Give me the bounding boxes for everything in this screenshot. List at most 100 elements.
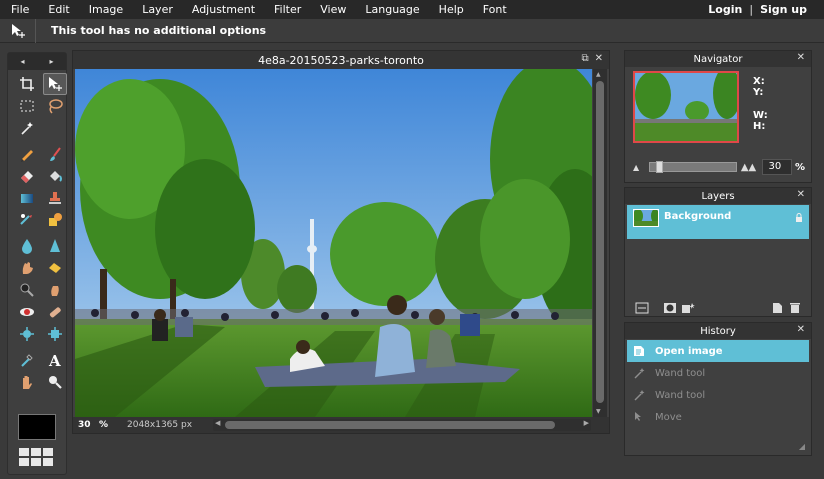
layer-row-background[interactable]: Background	[627, 205, 809, 239]
menu-adjustment[interactable]: Adjustment	[182, 3, 264, 16]
drawing-tool-icon[interactable]	[43, 209, 67, 231]
zoom-out-mountain-icon[interactable]: ▲	[633, 163, 645, 172]
canvas-image[interactable]	[75, 69, 592, 417]
type-tool-icon[interactable]: A	[43, 349, 67, 371]
history-item-label: Move	[655, 411, 682, 423]
spot-heal-tool-icon[interactable]	[43, 301, 67, 323]
zoom-slider[interactable]	[648, 161, 737, 173]
navigator-thumbnail[interactable]	[633, 71, 739, 143]
history-item-move[interactable]: Move	[627, 406, 809, 428]
history-title: History	[700, 325, 736, 337]
scroll-down-icon[interactable]: ▼	[596, 408, 601, 415]
crop-tool-icon[interactable]	[15, 73, 39, 95]
color-picker-tool-icon[interactable]	[15, 349, 39, 371]
color-replace-tool-icon[interactable]	[15, 209, 39, 231]
menu-font[interactable]: Font	[473, 3, 516, 16]
history-item-wand-tool[interactable]: Wand tool	[627, 362, 809, 384]
magic-wand-tool-icon[interactable]	[15, 117, 39, 139]
zoom-slider-knob[interactable]	[655, 161, 663, 173]
canvas-window-buttons: ⧉ ✕	[581, 53, 603, 64]
wand-tool-history-icon	[633, 389, 653, 401]
canvas-horizontal-scrollbar[interactable]: ◀ ▶	[213, 419, 591, 431]
login-link[interactable]: Login	[708, 3, 742, 16]
height-label: H:	[753, 121, 766, 132]
canvas-titlebar: 4e8a-20150523-parks-toronto ⧉ ✕	[73, 51, 609, 69]
panel-resize-icon[interactable]: ◢	[799, 442, 805, 451]
layer-name: Background	[664, 210, 732, 222]
move-tool-icon-selected[interactable]	[43, 73, 67, 95]
navigator-zoom-input[interactable]: 30	[762, 159, 792, 175]
vertical-scroll-thumb[interactable]	[596, 81, 604, 403]
tools-panel-header: ◂ ▸	[8, 53, 66, 70]
x-coord-label: X:	[753, 76, 765, 87]
burn-tool-icon[interactable]	[43, 279, 67, 301]
layers-panel: Layers ✕ Background	[624, 187, 812, 317]
clone-stamp-tool-icon[interactable]	[43, 187, 67, 209]
lasso-tool-icon[interactable]	[43, 95, 67, 117]
scroll-right-icon[interactable]: ▶	[584, 419, 589, 427]
zoom-tool-icon[interactable]	[43, 371, 67, 393]
history-panel: History ✕ Open image Wand tool Wand tool…	[624, 322, 812, 456]
pencil-tool-icon[interactable]	[15, 143, 39, 165]
restore-window-icon[interactable]: ⧉	[581, 53, 588, 64]
tool-options-message: This tool has no additional options	[51, 24, 267, 37]
navigator-close-icon[interactable]: ✕	[797, 52, 805, 63]
new-layer-icon[interactable]	[771, 302, 783, 314]
menu-language[interactable]: Language	[355, 3, 428, 16]
brush-tool-icon[interactable]	[43, 143, 67, 165]
tools-panel: ◂ ▸ A	[7, 52, 67, 475]
canvas-window: 4e8a-20150523-parks-toronto ⧉ ✕ ▲ ▼ 30 %…	[72, 50, 610, 434]
horizontal-scroll-thumb[interactable]	[225, 421, 555, 429]
menu-help[interactable]: Help	[429, 3, 473, 16]
scroll-left-icon[interactable]: ◀	[215, 419, 220, 427]
zoom-value[interactable]: 30	[73, 420, 95, 430]
image-dimensions: 2048x1365 px	[127, 420, 193, 430]
bloat-tool-icon[interactable]	[15, 323, 39, 345]
eraser-tool-icon[interactable]	[15, 165, 39, 187]
layer-lock-icon[interactable]	[795, 213, 803, 223]
open-image-icon	[633, 345, 653, 357]
sponge-tool-icon[interactable]	[43, 257, 67, 279]
layer-mask-icon[interactable]	[663, 302, 677, 314]
menu-filter[interactable]: Filter	[264, 3, 310, 16]
layers-title: Layers	[701, 190, 735, 202]
menu-edit[interactable]: Edit	[38, 3, 78, 16]
sharpen-tool-icon[interactable]	[43, 235, 67, 257]
scroll-up-icon[interactable]: ▲	[596, 71, 601, 78]
panel-layout-grid-icon[interactable]	[19, 448, 53, 466]
move-history-icon	[633, 411, 653, 423]
red-eye-tool-icon[interactable]	[15, 301, 39, 323]
history-item-open-image[interactable]: Open image	[627, 340, 809, 362]
move-tool-icon	[0, 18, 36, 43]
signup-link[interactable]: Sign up	[760, 3, 807, 16]
layer-effects-icon[interactable]	[681, 302, 695, 314]
tools-collapse-left-icon[interactable]: ◂	[20, 57, 24, 66]
zoom-unit: %	[99, 420, 109, 430]
marquee-tool-icon[interactable]	[15, 95, 39, 117]
blur-tool-icon[interactable]	[15, 235, 39, 257]
smudge-tool-icon[interactable]	[15, 257, 39, 279]
zoom-in-mountain-icon[interactable]: ▲▲	[741, 162, 759, 173]
tools-collapse-right-icon[interactable]: ▸	[49, 57, 53, 66]
pinch-tool-icon[interactable]	[43, 323, 67, 345]
hand-tool-icon[interactable]	[15, 371, 39, 393]
canvas-vertical-scrollbar[interactable]: ▲ ▼	[593, 69, 607, 417]
tool-grid: A	[8, 70, 67, 393]
menu-file[interactable]: File	[0, 3, 38, 16]
menu-layer[interactable]: Layer	[132, 3, 182, 16]
canvas-status-bar: 30 % 2048x1365 px ◀ ▶	[73, 417, 609, 433]
menu-view[interactable]: View	[310, 3, 355, 16]
layers-close-icon[interactable]: ✕	[797, 189, 805, 200]
history-item-label: Open image	[655, 345, 723, 357]
foreground-color-swatch[interactable]	[18, 414, 56, 440]
menu-image[interactable]: Image	[79, 3, 132, 16]
layer-settings-icon[interactable]	[635, 302, 649, 314]
dodge-tool-icon[interactable]	[15, 279, 39, 301]
delete-layer-icon[interactable]	[789, 302, 801, 314]
history-close-icon[interactable]: ✕	[797, 324, 805, 335]
gradient-tool-icon[interactable]	[15, 187, 39, 209]
history-item-wand-tool-2[interactable]: Wand tool	[627, 384, 809, 406]
paint-bucket-tool-icon[interactable]	[43, 165, 67, 187]
close-window-icon[interactable]: ✕	[595, 53, 603, 64]
tool-options-bar: This tool has no additional options	[0, 18, 824, 43]
